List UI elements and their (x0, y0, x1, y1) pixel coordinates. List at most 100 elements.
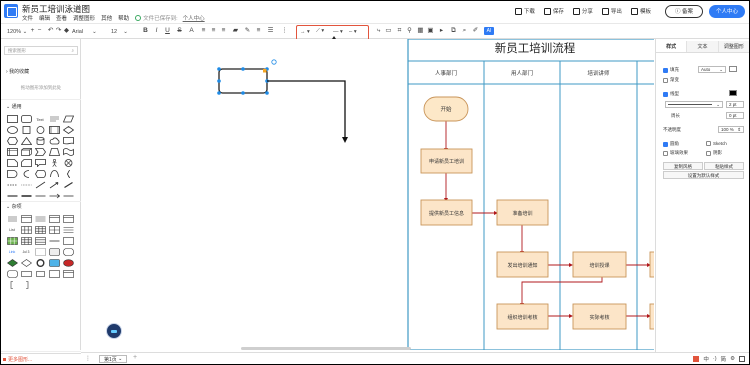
shape-document[interactable] (61, 136, 75, 146)
perimeter-input[interactable]: 0 pt (726, 112, 744, 119)
shape-tape[interactable] (61, 147, 75, 157)
search-icon[interactable]: ⌕ (461, 27, 468, 35)
more-icon[interactable]: ▸ (438, 27, 445, 35)
share-button[interactable]: 分享 (572, 7, 593, 15)
shape-horizontal-rule[interactable] (47, 236, 61, 246)
shape-search-input[interactable]: 搜索图形 ⌕ (4, 46, 78, 55)
shape-bidirectional[interactable] (61, 191, 75, 201)
export-button[interactable]: 导出 (601, 7, 622, 15)
line-checkbox[interactable] (663, 91, 668, 97)
distribute-icon[interactable]: ⋮ (281, 27, 288, 35)
opacity-input[interactable]: 100 % ⇕ (718, 126, 744, 133)
arrange-icon[interactable]: ☰ (267, 27, 274, 35)
line-width-icon[interactable]: ≡ (255, 27, 262, 35)
settings-icon[interactable]: ⚙ (730, 356, 735, 362)
shape-arrow[interactable] (47, 180, 61, 190)
shape-rounded-rectangle[interactable] (19, 114, 33, 124)
shape-connector[interactable] (47, 191, 61, 201)
shape-table-grid[interactable] (19, 236, 33, 246)
more-shapes-button[interactable]: 更多图形... (1, 353, 81, 364)
shape-actor[interactable] (47, 158, 61, 168)
italic-icon[interactable]: I (153, 27, 160, 35)
page-tab[interactable]: 第1页 ⌄ (99, 355, 128, 363)
shape-table-wide[interactable] (33, 236, 47, 246)
shape-filled-diamond[interactable] (5, 258, 19, 268)
assistant-robot-icon[interactable] (106, 323, 122, 339)
line-start-select[interactable]: → ▾ (300, 27, 310, 36)
ime-mode-icon[interactable]: 中 (703, 355, 709, 363)
shape-placeholder[interactable] (33, 247, 47, 257)
shape-arc[interactable] (47, 169, 61, 179)
line-end-select[interactable]: ⟋ ▾ (316, 27, 324, 36)
align-right-icon[interactable]: ≡ (220, 27, 227, 35)
shape-or[interactable] (61, 158, 75, 168)
shape-container[interactable] (61, 214, 75, 224)
strikethrough-icon[interactable]: S (176, 27, 183, 35)
shape-bracket-left[interactable] (5, 280, 19, 290)
gradient-checkbox[interactable] (663, 77, 668, 83)
shape-table-header[interactable] (19, 214, 33, 224)
shape-thick-line[interactable] (19, 191, 33, 201)
line-width-input[interactable]: 2 pt (726, 101, 744, 108)
shape-timestamp[interactable]: Jul 3 (19, 247, 33, 257)
shape-list-item[interactable] (5, 214, 19, 224)
menu-file[interactable]: 文件 (22, 14, 33, 22)
format-painter-icon[interactable]: ◆ (63, 27, 70, 35)
shape-table-filled[interactable] (5, 236, 19, 246)
sketch-checkbox[interactable] (706, 141, 711, 146)
waypoint-icon[interactable]: ⤷ (375, 27, 382, 35)
align-center-icon[interactable]: ≡ (210, 27, 217, 35)
rounded-checkbox[interactable] (663, 141, 668, 147)
menu-adjust-shape[interactable]: 调整图形 (73, 14, 95, 22)
tab-text[interactable]: 文本 (687, 41, 719, 52)
align-left-icon[interactable]: ≡ (200, 27, 207, 35)
shape-triangle[interactable] (19, 136, 33, 146)
record-button[interactable]: ⓘ 备案 (664, 4, 703, 18)
draw-icon[interactable]: ✐ (472, 27, 479, 35)
shape-ring[interactable] (33, 258, 47, 268)
template-button[interactable]: 模板 (630, 7, 651, 15)
shape-text-list[interactable]: List (5, 225, 19, 235)
shadow-checkbox[interactable] (706, 150, 711, 156)
shape-link-line[interactable] (33, 191, 47, 201)
paste-style-button[interactable]: 粘贴样式 (704, 162, 744, 170)
shape-frame[interactable] (47, 269, 61, 279)
tab-adjust-shape[interactable]: 调整图形 (718, 41, 749, 52)
menu-edit[interactable]: 编辑 (39, 14, 50, 22)
shape-diamond[interactable] (61, 125, 75, 135)
set-default-style-button[interactable]: 设置为默认样式 (663, 171, 744, 179)
fill-color-swatch[interactable] (729, 66, 737, 72)
copy-style-button[interactable]: 复制风格 (663, 162, 703, 170)
line-color-icon[interactable]: ✎ (244, 27, 251, 35)
shape-internal-storage[interactable] (5, 147, 19, 157)
favorites-section-title[interactable]: › 我的收藏 (6, 68, 29, 75)
fill-checkbox[interactable] (663, 67, 668, 73)
shape-double-arrow[interactable] (61, 180, 75, 190)
shape-rectangle[interactable] (5, 114, 19, 124)
line-style-select[interactable]: — ▾ (333, 27, 343, 36)
line-color-swatch[interactable] (729, 90, 737, 96)
misc-section-title[interactable]: ⌄ 杂项 (6, 203, 22, 210)
crop-icon[interactable]: ⌗ (396, 27, 403, 35)
shape-cloud[interactable] (47, 136, 61, 146)
shape-process[interactable] (47, 125, 61, 135)
shape-bordered-box[interactable] (61, 236, 75, 246)
personal-center-button[interactable]: 个人中心 (708, 4, 745, 18)
table-icon[interactable]: ▦ (417, 27, 424, 35)
shape-rounded-button[interactable] (61, 247, 75, 257)
shape-parallelogram[interactable] (61, 114, 75, 124)
layers-icon[interactable]: ⧉ (450, 27, 457, 35)
underline-icon[interactable]: U (164, 27, 171, 35)
shape-table-2col[interactable] (47, 225, 61, 235)
swimlane-title[interactable]: 新员工培训流程 (408, 41, 654, 58)
shape-callout[interactable] (33, 158, 47, 168)
zoom-in-icon[interactable]: + (29, 27, 36, 35)
pages-menu-icon[interactable]: ⋮ (85, 355, 91, 362)
add-page-icon[interactable]: + (133, 354, 137, 361)
shape-display[interactable] (33, 169, 47, 179)
general-section-title[interactable]: ⌄ 通用 (6, 103, 22, 110)
shape-bracket-right[interactable] (19, 280, 33, 290)
menu-view[interactable]: 查看 (56, 14, 67, 22)
lane-header-hr[interactable]: 人事部门 (408, 69, 484, 77)
save-location-link[interactable]: 个人中心 (183, 14, 205, 22)
